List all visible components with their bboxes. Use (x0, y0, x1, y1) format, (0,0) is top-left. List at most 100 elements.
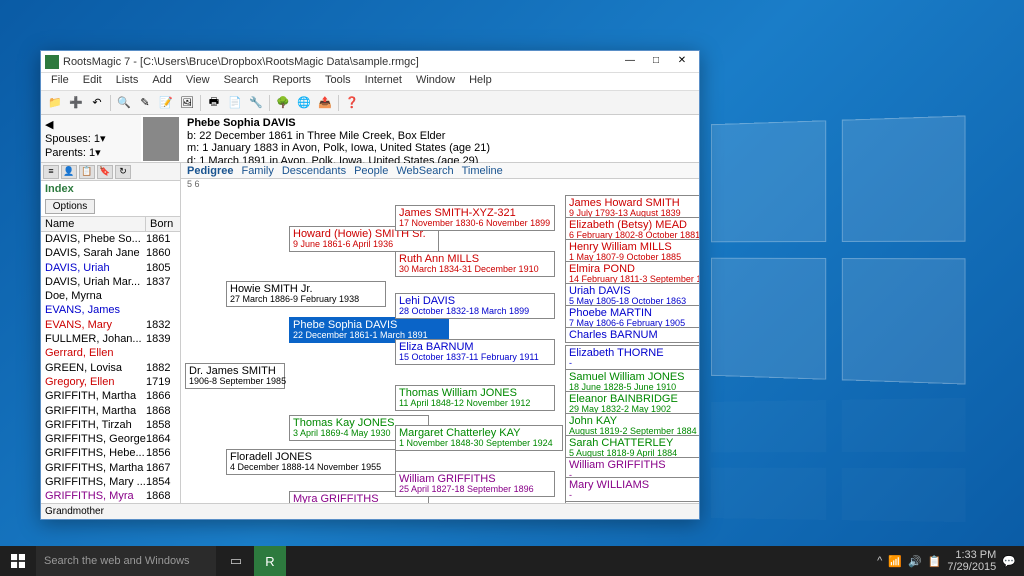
pedigree-box[interactable]: Thomas William JONES11 April 1848-12 Nov… (395, 385, 555, 411)
tab-family[interactable]: Family (241, 163, 273, 178)
pedigree-box[interactable]: Dr. James SMITH1906-8 September 1985 (185, 363, 285, 389)
tb-share-icon[interactable]: 📤 (315, 93, 335, 113)
app-window: RootsMagic 7 - [C:\Users\Bruce\Dropbox\R… (40, 50, 700, 520)
index-row[interactable]: GRIFFITH, Martha1868 (41, 404, 180, 418)
close-button[interactable]: ✕ (669, 53, 695, 71)
index-row[interactable]: FULLMER, Johan...1839 (41, 332, 180, 346)
generations-slider[interactable]: 5 6 (181, 179, 699, 193)
person-photo[interactable] (143, 117, 179, 161)
col-born[interactable]: Born (146, 217, 180, 231)
tb-note-icon[interactable]: 📝 (156, 93, 176, 113)
index-row[interactable]: EVANS, Mary1832 (41, 318, 180, 332)
notifications-icon[interactable]: 💬 (1002, 555, 1016, 568)
tb-web-icon[interactable]: 🌐 (294, 93, 314, 113)
menu-edit[interactable]: Edit (77, 73, 108, 90)
taskbar-app-icon[interactable]: R (254, 546, 286, 576)
options-button[interactable]: Options (45, 199, 95, 214)
tab-pedigree[interactable]: Pedigree (187, 163, 233, 178)
index-row[interactable]: Gregory, Ellen1719 (41, 375, 180, 389)
tab-people[interactable]: People (354, 163, 388, 178)
tray-volume-icon[interactable]: 🔊 (908, 555, 922, 568)
index-row[interactable]: GRIFFITH, Martha1866 (41, 389, 180, 403)
titlebar[interactable]: RootsMagic 7 - [C:\Users\Bruce\Dropbox\R… (41, 51, 699, 73)
pedigree-box[interactable]: Margaret Chatterley KAY1 November 1848-3… (395, 425, 563, 451)
bookmark-icon[interactable]: ◀ (45, 118, 53, 131)
index-row[interactable]: DAVIS, Uriah1805 (41, 261, 180, 275)
pedigree-box[interactable]: William GRIFFITHS25 April 1827-18 Septem… (395, 471, 555, 497)
tray-network-icon[interactable]: 📶 (888, 555, 902, 568)
start-button[interactable] (0, 546, 36, 576)
index-row[interactable]: Doe, Myrna (41, 289, 180, 303)
tab-timeline[interactable]: Timeline (462, 163, 503, 178)
tb-back-icon[interactable]: ↶ (87, 93, 107, 113)
tb-publish-icon[interactable]: 📄 (225, 93, 245, 113)
tab-descendants[interactable]: Descendants (282, 163, 346, 178)
pedigree-box[interactable]: Elizabeth THORNE- (565, 345, 699, 371)
menu-add[interactable]: Add (146, 73, 178, 90)
index-row[interactable]: GRIFFITHS, Hebe...1856 (41, 446, 180, 460)
pedigree-box[interactable]: Mary WILLIAMS- (565, 477, 699, 503)
tab-websearch[interactable]: WebSearch (396, 163, 453, 178)
menu-reports[interactable]: Reports (266, 73, 317, 90)
index-row[interactable]: GRIFFITHS, George1864 (41, 432, 180, 446)
menu-view[interactable]: View (180, 73, 216, 90)
pedigree-box[interactable]: Howie SMITH Jr.27 March 1886-9 February … (226, 281, 386, 307)
tb-tools-icon[interactable]: 🔧 (246, 93, 266, 113)
index-row[interactable]: DAVIS, Sarah Jane1860 (41, 246, 180, 260)
index-row[interactable]: GRIFFITH, Tirzah1858 (41, 418, 180, 432)
sidetab-3[interactable]: 📋 (79, 165, 95, 179)
person-marriage: m: 1 January 1883 in Avon, Polk, Iowa, U… (187, 142, 693, 155)
toolbar: 📁 ➕ ↶ 🔍 ✎ 📝 🖼 🖶 📄 🔧 🌳 🌐 📤 ❓ (41, 91, 699, 115)
index-list[interactable]: DAVIS, Phebe So...1861DAVIS, Sarah Jane1… (41, 232, 180, 503)
tb-tree-icon[interactable]: 🌳 (273, 93, 293, 113)
window-title: RootsMagic 7 - [C:\Users\Bruce\Dropbox\R… (63, 56, 617, 68)
spouses-dropdown[interactable]: Spouses: 1 ▾ (45, 132, 137, 145)
index-row[interactable]: GREEN, Lovisa1882 (41, 361, 180, 375)
index-row[interactable]: DAVIS, Phebe So...1861 (41, 232, 180, 246)
tb-media-icon[interactable]: 🖼 (177, 93, 197, 113)
index-row[interactable]: GRIFFITHS, Mary ...1854 (41, 475, 180, 489)
sidetab-2[interactable]: 👤 (61, 165, 77, 179)
pedigree-box[interactable]: Lehi DAVIS28 October 1832-18 March 1899 (395, 293, 555, 319)
person-name: Phebe Sophia DAVIS (187, 117, 693, 130)
sidetab-1[interactable]: ≡ (43, 165, 59, 179)
menu-file[interactable]: File (45, 73, 75, 90)
tb-edit-icon[interactable]: ✎ (135, 93, 155, 113)
pedigree-view[interactable]: Dr. James SMITH1906-8 September 1985 Howi… (181, 193, 699, 503)
tb-search-icon[interactable]: 🔍 (114, 93, 134, 113)
menu-window[interactable]: Window (410, 73, 461, 90)
tb-print-icon[interactable]: 🖶 (204, 93, 224, 113)
index-row[interactable]: GRIFFITHS, Martha1867 (41, 461, 180, 475)
index-row[interactable]: EVANS, James (41, 303, 180, 317)
minimize-button[interactable]: — (617, 53, 643, 71)
pedigree-box[interactable]: Ruth Ann MILLS30 March 1834-31 December … (395, 251, 555, 277)
tb-open-icon[interactable]: 📁 (45, 93, 65, 113)
taskbar-search[interactable]: Search the web and Windows (36, 546, 216, 576)
tb-help-icon[interactable]: ❓ (342, 93, 362, 113)
taskbar-clock[interactable]: 1:33 PM7/29/2015 (947, 549, 996, 573)
menu-search[interactable]: Search (218, 73, 265, 90)
index-row[interactable]: DAVIS, Uriah Mar...1837 (41, 275, 180, 289)
menu-help[interactable]: Help (463, 73, 498, 90)
sidetab-5[interactable]: ↻ (115, 165, 131, 179)
tray-input-icon[interactable]: 📋 (928, 555, 942, 568)
tray-up-icon[interactable]: ^ (877, 555, 882, 567)
pedigree-box[interactable]: James EVANS- (565, 501, 699, 503)
menu-lists[interactable]: Lists (110, 73, 145, 90)
parents-dropdown[interactable]: Parents: 1 ▾ (45, 146, 137, 159)
pedigree-box[interactable]: Floradell JONES4 December 1888-14 Novemb… (226, 449, 396, 475)
index-row[interactable]: Gerrard, Ellen (41, 346, 180, 360)
col-name[interactable]: Name (41, 217, 146, 231)
menu-internet[interactable]: Internet (359, 73, 408, 90)
index-label: Index (41, 181, 180, 197)
index-row[interactable]: GRIFFITHS, Myra1868 (41, 489, 180, 503)
pedigree-box[interactable]: James SMITH-XYZ-32117 November 1830-6 No… (395, 205, 555, 231)
sidetab-4[interactable]: 🔖 (97, 165, 113, 179)
menu-tools[interactable]: Tools (319, 73, 357, 90)
pedigree-box[interactable]: Charles BARNUM (565, 327, 699, 343)
maximize-button[interactable]: □ (643, 53, 669, 71)
pedigree-box[interactable]: Eliza BARNUM15 October 1837-11 February … (395, 339, 555, 365)
status-bar: Grandmother (41, 503, 699, 519)
task-view-icon[interactable]: ▭ (220, 546, 252, 576)
tb-add-icon[interactable]: ➕ (66, 93, 86, 113)
